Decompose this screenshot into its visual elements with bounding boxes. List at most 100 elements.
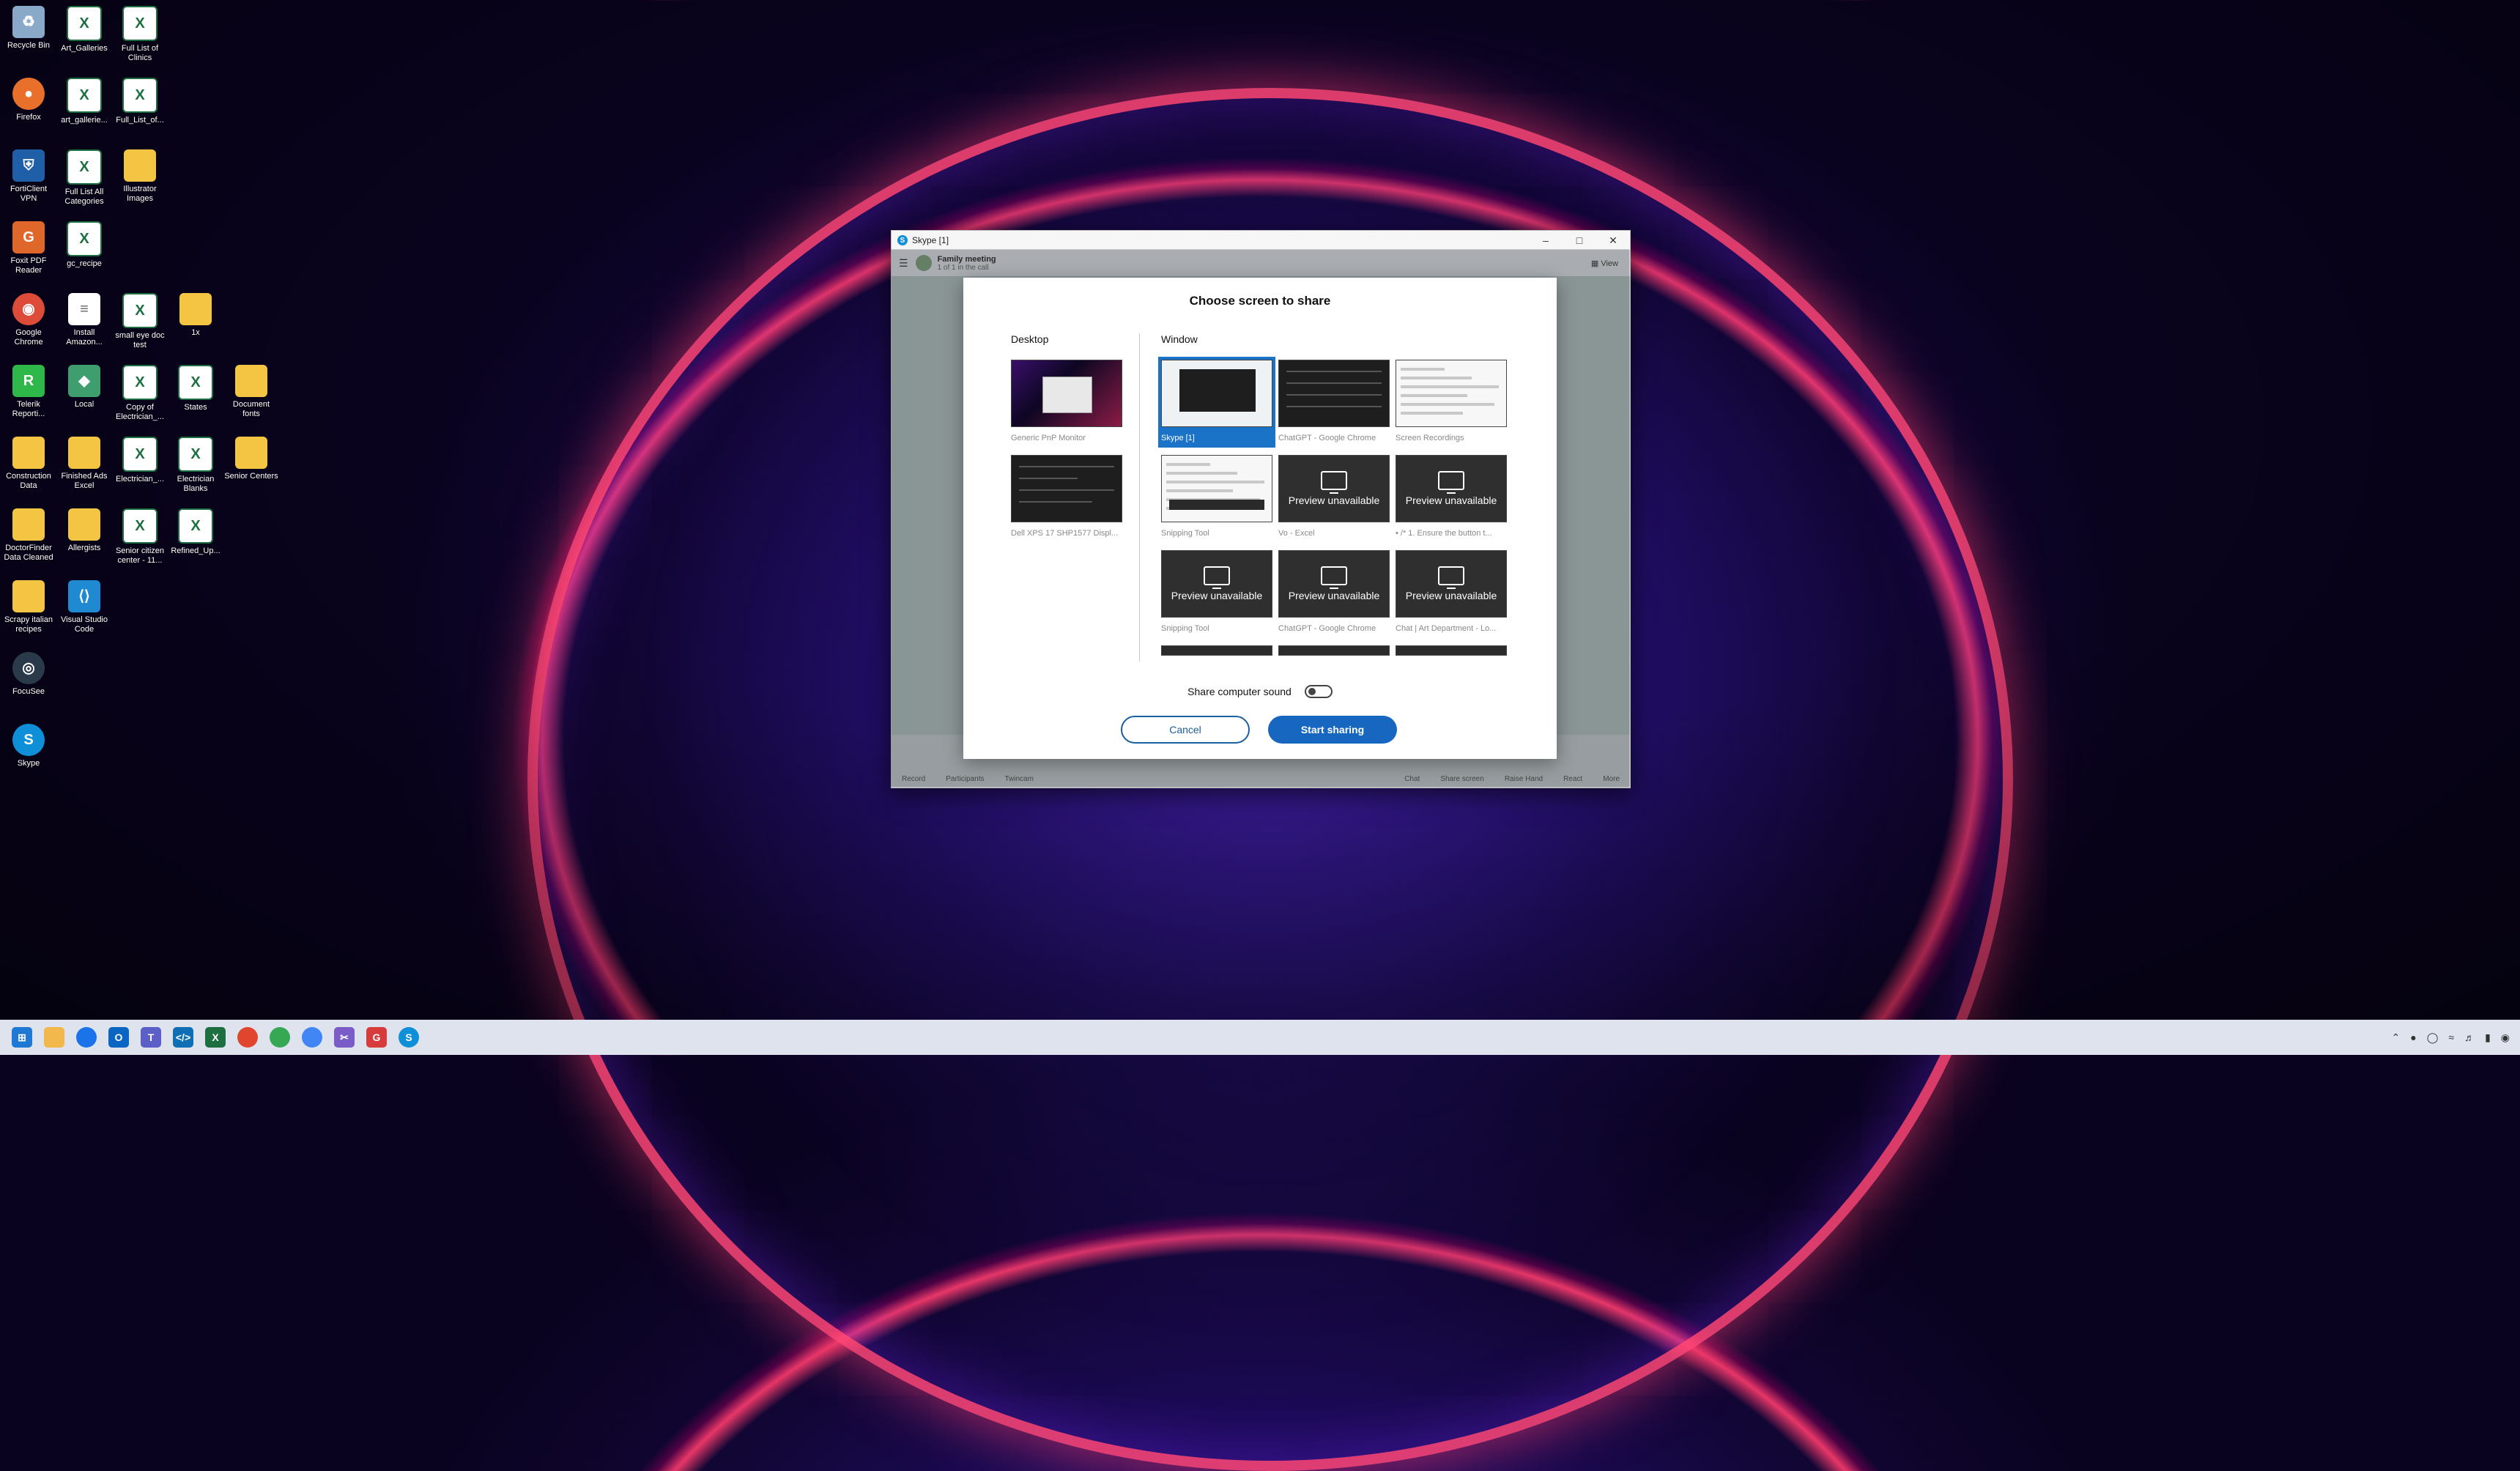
close-icon[interactable]: ✕ [1596, 234, 1630, 247]
cancel-button[interactable]: Cancel [1121, 716, 1250, 744]
window-label: ChatGPT - Google Chrome [1278, 434, 1376, 442]
window-thumb[interactable]: Preview unavailable [1278, 455, 1390, 522]
start-sharing-button[interactable]: Start sharing [1268, 716, 1397, 744]
excel-icon: X [178, 508, 213, 544]
chevron-up-icon[interactable]: ⌃ [2392, 1031, 2401, 1044]
chrome-icon[interactable] [237, 1027, 258, 1048]
desktop-icon[interactable]: ⟨⟩ Visual Studio Code [57, 580, 111, 634]
volume-icon[interactable]: ♬ [2464, 1031, 2475, 1043]
notification-icon[interactable]: ◉ [2501, 1031, 2510, 1044]
desktop-icon[interactable]: G Foxit PDF Reader [1, 221, 56, 275]
desktop-icon[interactable]: Xsmall eye doc test [113, 293, 167, 350]
desktop-icon-label: Illustrator Images [123, 185, 157, 203]
desktop-icon-label: FocuSee [12, 687, 45, 696]
excel-icon[interactable]: X [205, 1027, 226, 1048]
chrome-icon[interactable] [302, 1027, 322, 1048]
skype-icon[interactable]: S [399, 1027, 419, 1048]
desktop-icon[interactable]: Construction Data [1, 437, 56, 491]
outlook-icon[interactable]: O [108, 1027, 129, 1048]
desktop-icon-label: Copy of Electrician_... [115, 403, 165, 421]
desktop-icon[interactable]: R Telerik Reporti... [1, 365, 56, 419]
preview-unavailable-text: Preview unavailable [1405, 494, 1497, 506]
microphone-icon[interactable]: ◯ [2427, 1031, 2439, 1044]
desktop-icon[interactable]: X Full_List_of... [113, 78, 167, 125]
file-explorer-icon[interactable] [44, 1027, 64, 1048]
excel-icon: X [122, 78, 158, 113]
window-thumb[interactable] [1161, 360, 1272, 427]
desktop-icon[interactable]: Xart_gallerie... [57, 78, 111, 125]
desktop-icon[interactable]: X Refined_Up... [168, 508, 223, 556]
desktop-icon[interactable]: ◎ FocuSee [1, 652, 56, 697]
preview-unavailable-text: Preview unavailable [1288, 494, 1380, 506]
desktop-icon[interactable]: X Full List of Clinics [113, 6, 167, 63]
monitor-icon [1438, 471, 1464, 494]
window-thumb[interactable] [1161, 455, 1272, 522]
window-thumb[interactable]: Preview unavailable [1278, 550, 1390, 618]
desktop-label-1: Generic PnP Monitor [1011, 434, 1086, 442]
share-sound-label: Share computer sound [1187, 686, 1292, 697]
desktop-icon[interactable]: Document fonts [224, 365, 278, 419]
desktop-icon[interactable]: X States [168, 365, 223, 412]
window-thumb-partial[interactable] [1278, 645, 1390, 656]
network-icon[interactable]: ● [2410, 1031, 2416, 1043]
forticlient-icon: ⛨ [12, 149, 45, 182]
wifi-icon[interactable]: ≈ [2448, 1031, 2454, 1043]
desktop-icon-label: Telerik Reporti... [12, 400, 45, 418]
preview-unavailable-text: Preview unavailable [1405, 590, 1497, 601]
desktop-icon[interactable]: X Copy of Electrician_... [113, 365, 167, 422]
desktop-icon[interactable]: 1x [168, 293, 223, 338]
desktop-icon[interactable]: ● Firefox [1, 78, 56, 122]
desktop-icon[interactable]: Allergists [57, 508, 111, 553]
foxit-icon[interactable]: G [366, 1027, 387, 1048]
desktop-icon[interactable]: X Senior citizen center - 11... [113, 508, 167, 566]
start-icon[interactable]: ⊞ [12, 1027, 32, 1048]
maximize-icon[interactable]: □ [1563, 234, 1596, 247]
desktop-icon[interactable]: DoctorFinder Data Cleaned [1, 508, 56, 563]
desktop-icon[interactable]: ≡ Install Amazon... [57, 293, 111, 347]
desktop-icon[interactable]: Finished Ads Excel [57, 437, 111, 491]
taskbar: ⊞ O T </> X ✂ G S ⌃ ● ◯ ≈ ♬ ▮ ◉ [0, 1020, 2520, 1055]
desktop-icon[interactable]: X Art_Galleries [57, 6, 111, 53]
desktop-icon[interactable]: ◆ Local [57, 365, 111, 410]
snipping-tool-icon[interactable]: ✂ [334, 1027, 355, 1048]
desktop-icon[interactable]: ◉ Google Chrome [1, 293, 56, 347]
vscode-icon[interactable]: </> [173, 1027, 193, 1048]
desktop-icon[interactable]: ♻ Recycle Bin [1, 6, 56, 51]
desktop-icon[interactable]: Senior Centers [224, 437, 278, 481]
skype-titlebar[interactable]: S Skype [1] – □ ✕ [892, 231, 1630, 250]
excel-icon: X [122, 437, 158, 472]
desktop-thumb-1[interactable] [1011, 360, 1122, 427]
window-thumb-partial[interactable] [1161, 645, 1272, 656]
desktop-icon[interactable]: X Electrician_... [113, 437, 167, 484]
desktop-icon[interactable]: X Full List All Categories [57, 149, 111, 207]
window-thumb[interactable]: Preview unavailable [1396, 455, 1507, 522]
desktop-label-2: Dell XPS 17 SHP1577 Displ... [1011, 529, 1119, 538]
teams-icon[interactable]: T [141, 1027, 161, 1048]
desktop-icon[interactable]: Scrapy italian recipes [1, 580, 56, 634]
battery-icon[interactable]: ▮ [2485, 1031, 2491, 1044]
window-thumb[interactable]: Preview unavailable [1396, 550, 1507, 618]
desktop-icon[interactable]: S Skype [1, 724, 56, 768]
window-label: ChatGPT - Google Chrome [1278, 624, 1376, 633]
desktop-icon[interactable]: ⛨ FortiClient VPN [1, 149, 56, 204]
window-label: Vo - Excel [1278, 529, 1315, 538]
window-thumb[interactable] [1396, 360, 1507, 427]
chrome-icon[interactable] [270, 1027, 290, 1048]
chrome-icon: ◉ [12, 293, 45, 325]
desktop-icon[interactable]: Xgc_recipe [57, 221, 111, 269]
window-thumb[interactable]: Preview unavailable [1161, 550, 1272, 618]
desktop-icon-label: States [184, 403, 207, 412]
folder-icon [68, 508, 100, 541]
edge-icon[interactable] [76, 1027, 97, 1048]
desktop-icon[interactable]: Illustrator Images [113, 149, 167, 204]
section-divider [1139, 333, 1140, 662]
desktop-heading: Desktop [1011, 333, 1049, 345]
window-thumb[interactable] [1278, 360, 1390, 427]
desktop-icon[interactable]: X Electrician Blanks [168, 437, 223, 494]
share-sound-toggle[interactable] [1304, 685, 1333, 698]
window-label: Snipping Tool [1161, 529, 1209, 538]
local-icon: ◆ [68, 365, 100, 397]
window-thumb-partial[interactable] [1396, 645, 1507, 656]
minimize-icon[interactable]: – [1529, 234, 1563, 247]
desktop-thumb-2[interactable] [1011, 455, 1122, 522]
